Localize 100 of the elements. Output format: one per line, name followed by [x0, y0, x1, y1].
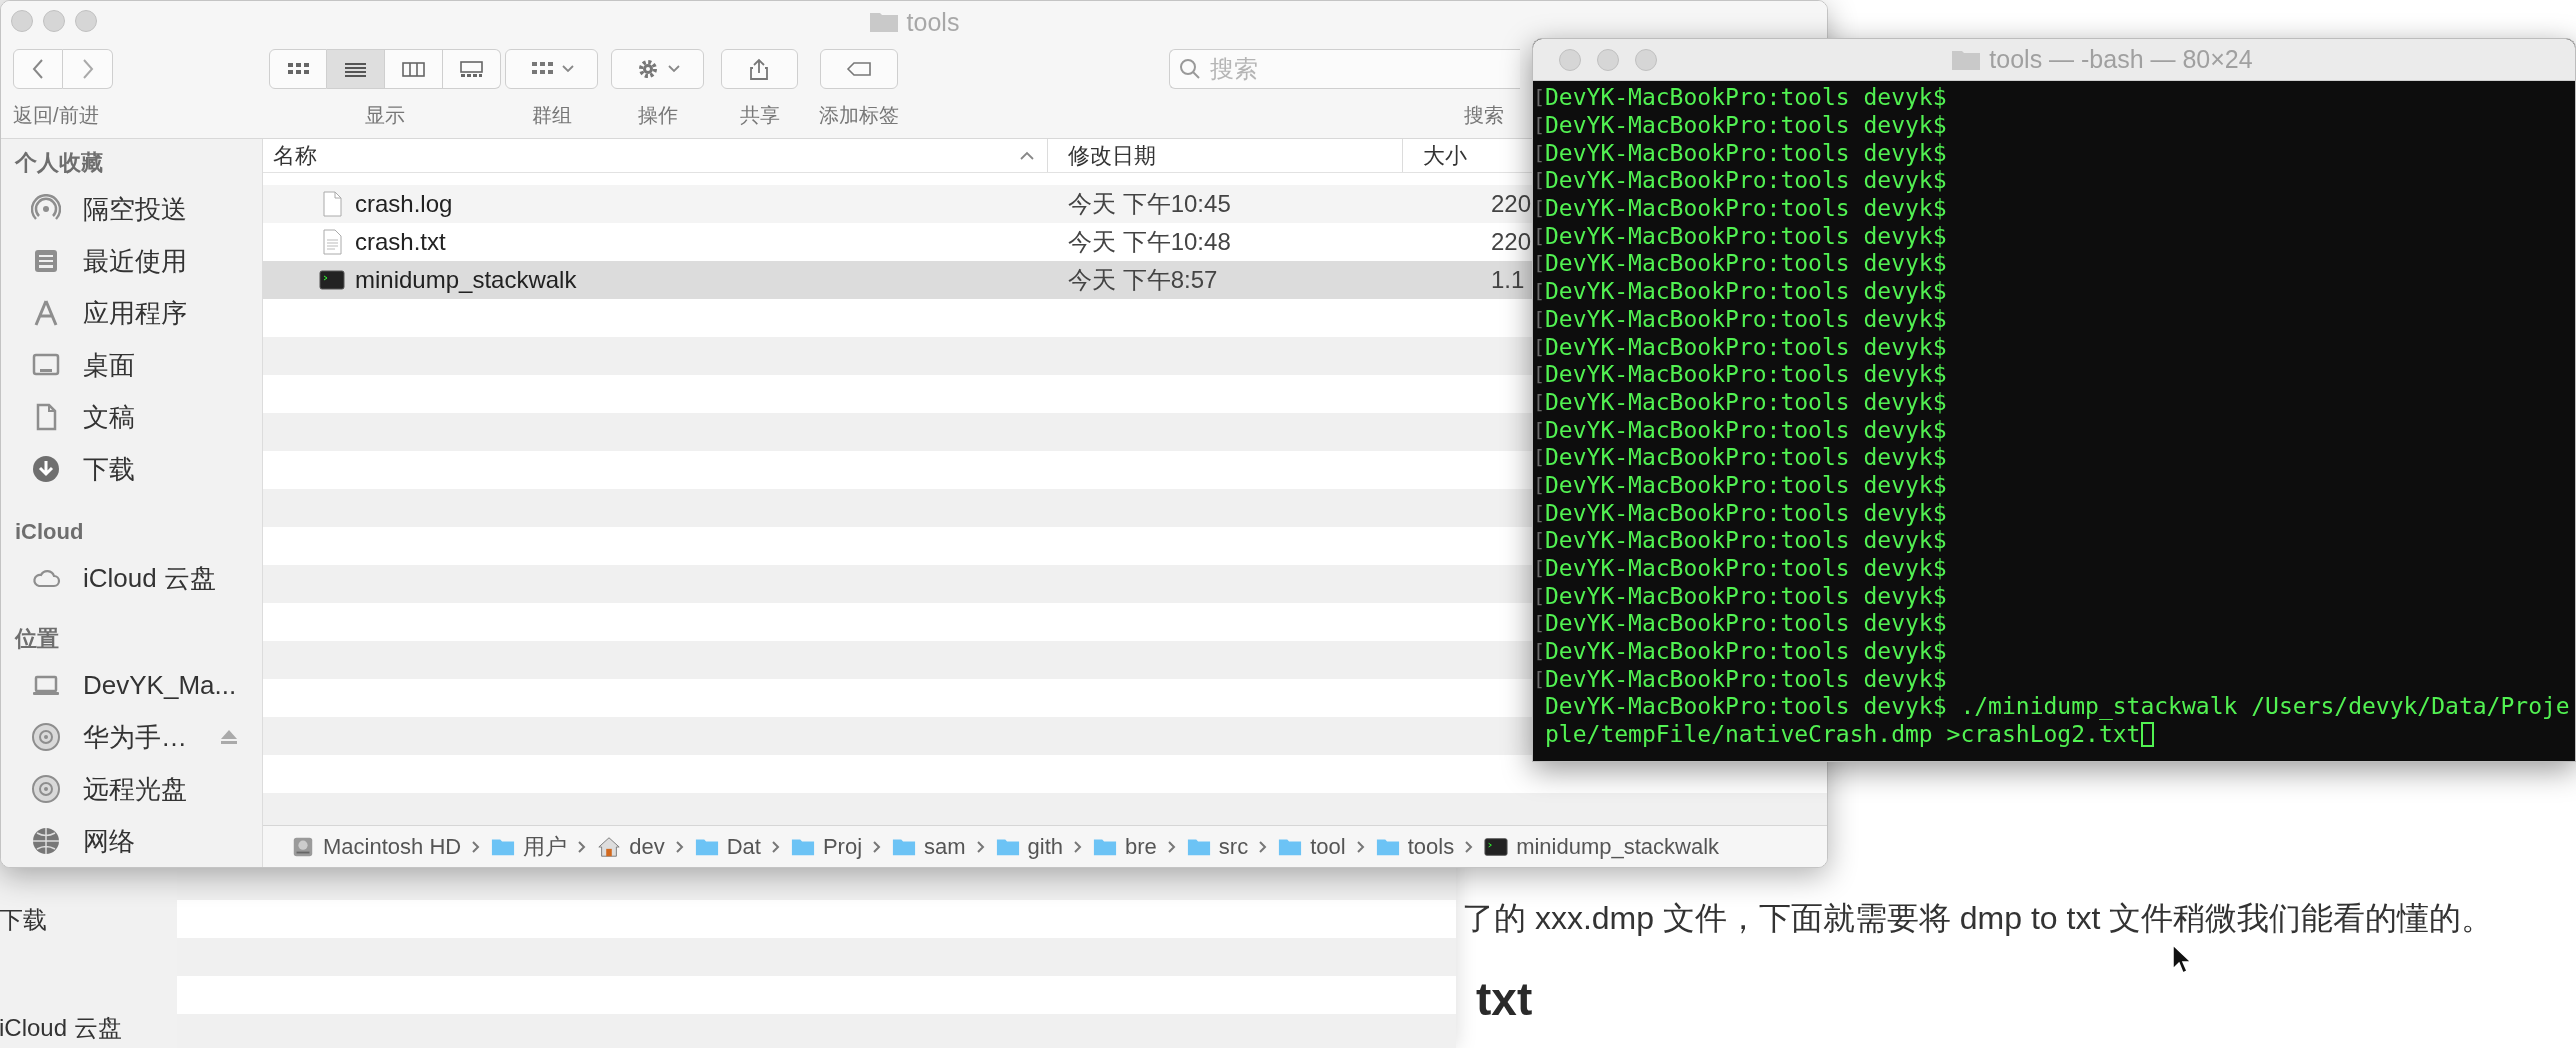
- toolbar-label: 搜索: [1464, 103, 1504, 127]
- sidebar-item-label: 文稿: [83, 400, 136, 434]
- line-bracket: [: [1533, 361, 1545, 389]
- terminal-line: DevYK-MacBookPro:tools devyk$: [1545, 305, 1947, 333]
- sidebar-item[interactable]: DevYK_Ma...: [1, 659, 262, 711]
- path-item[interactable]: Macintosh HD: [291, 830, 462, 863]
- sidebar-section-title: iCloud: [14, 518, 85, 546]
- toolbar-button[interactable]: [820, 49, 898, 89]
- line-bracket: [: [1533, 305, 1545, 333]
- line-bracket: [: [1533, 471, 1545, 499]
- file-name: crash.txt: [355, 227, 446, 257]
- line-bracket: [: [1533, 250, 1545, 278]
- sidebar-item[interactable]: 华为手…: [1, 711, 262, 763]
- file-row[interactable]: minidump_stackwalk 今天 下午8:57 1.1: [263, 261, 1532, 299]
- terminal-line: DevYK-MacBookPro:tools devyk$: [1545, 195, 1947, 223]
- sidebar-item-label: 隔空投送: [83, 192, 188, 226]
- toolbar-button[interactable]: [611, 49, 704, 89]
- chevron-left-icon: [31, 58, 45, 80]
- toolbar-label: 返回/前进: [13, 103, 99, 127]
- path-item[interactable]: 用户: [491, 830, 568, 863]
- chevron-icon: [471, 839, 482, 854]
- path-item[interactable]: Proj: [790, 830, 862, 863]
- line-bracket: [: [1533, 112, 1545, 140]
- path-item[interactable]: Dat: [694, 830, 761, 863]
- path-item[interactable]: src: [1186, 830, 1249, 863]
- line-bracket: [: [1533, 638, 1545, 666]
- sidebar-item[interactable]: iCloud 云盘: [1, 552, 262, 604]
- view-mode-button[interactable]: [327, 49, 385, 89]
- toolbar-button[interactable]: [505, 49, 598, 89]
- toolbar-button[interactable]: [721, 49, 798, 89]
- column-heading[interactable]: 大小: [1403, 139, 1532, 172]
- chevron-icon: [770, 839, 781, 854]
- terminal-line: DevYK-MacBookPro:tools devyk$: [1545, 167, 1947, 195]
- file-row[interactable]: crash.log 今天 下午10:45 220: [263, 185, 1532, 223]
- terminal-line: DevYK-MacBookPro:tools devyk$: [1545, 278, 1947, 306]
- window-control[interactable]: [11, 10, 33, 32]
- sidebar-item[interactable]: 应用程序: [1, 287, 262, 339]
- window-control[interactable]: [75, 10, 97, 32]
- terminal-line: DevYK-MacBookPro:tools devyk$: [1545, 665, 1947, 693]
- window-control[interactable]: [1597, 49, 1619, 71]
- sidebar-item[interactable]: 网络: [1, 815, 262, 867]
- sidebar-item[interactable]: 文稿: [1, 391, 262, 443]
- sidebar-item-label: 最近使用: [83, 244, 188, 278]
- path-item[interactable]: dev: [597, 830, 665, 863]
- path-item[interactable]: minidump_stackwalk: [1484, 830, 1720, 863]
- toolbar-label: 操作: [637, 103, 678, 127]
- sidebar-item[interactable]: 下载: [1, 443, 262, 495]
- terminal-line: DevYK-MacBookPro:tools devyk$: [1545, 499, 1947, 527]
- column-heading[interactable]: 名称: [263, 139, 1048, 172]
- sidebar-item[interactable]: 最近使用: [1, 235, 262, 287]
- window-control[interactable]: [1559, 49, 1581, 71]
- sidebar-section-title: 个人收藏: [13, 149, 104, 177]
- search-icon: [1179, 58, 1201, 80]
- house-icon: [597, 834, 622, 859]
- search-field[interactable]: 搜索: [1169, 49, 1520, 89]
- column-heading[interactable]: 修改日期: [1048, 139, 1403, 172]
- disc-icon: [31, 722, 61, 752]
- sidebar-item[interactable]: 远程光盘: [1, 763, 262, 815]
- view-mode-button[interactable]: [385, 49, 443, 89]
- eject-icon[interactable]: [220, 729, 238, 745]
- path-item[interactable]: tools: [1375, 830, 1455, 863]
- toolbar-label: 添加标签: [819, 103, 899, 127]
- terminal-line: DevYK-MacBookPro:tools devyk$: [1545, 333, 1947, 361]
- line-bracket: [: [1533, 527, 1545, 555]
- sidebar-item-label: 应用程序: [83, 296, 188, 330]
- path-item[interactable]: tool: [1278, 830, 1346, 863]
- terminal-line: DevYK-MacBookPro:tools devyk$ ./minidump_stackwalk /Users/devyk/Data/Proje: [1545, 693, 2570, 721]
- folder-icon: [868, 10, 899, 34]
- article-heading: txt: [1476, 972, 1534, 1026]
- view-mode-button[interactable]: [269, 49, 327, 89]
- line-bracket: [: [1533, 444, 1545, 472]
- window-control[interactable]: [1635, 49, 1657, 71]
- view-mode-button[interactable]: [443, 49, 501, 89]
- forward-button[interactable]: [63, 49, 113, 89]
- sidebar-item[interactable]: iCloud 云盘: [0, 1011, 177, 1045]
- chevron-icon: [872, 839, 882, 854]
- back-button[interactable]: [13, 49, 63, 89]
- sidebar-item-label: 远程光盘: [83, 772, 188, 806]
- sidebar-item-label: DevYK_Ma...: [83, 668, 238, 702]
- sidebar-item[interactable]: 隔空投送: [1, 183, 262, 235]
- globe-icon: [31, 826, 61, 856]
- terminal-line: DevYK-MacBookPro:tools devyk$: [1545, 361, 1947, 389]
- caret-icon: [667, 65, 680, 73]
- sidebar-section-title: 位置: [13, 625, 60, 653]
- window-title: tools: [906, 7, 960, 37]
- download-icon: [31, 454, 61, 484]
- file-size: 1.1: [1491, 266, 1525, 293]
- sidebar-item[interactable]: 下载: [0, 903, 177, 937]
- terminal-line: DevYK-MacBookPro:tools devyk$: [1545, 444, 1947, 472]
- path-item[interactable]: sam: [892, 830, 966, 863]
- path-item[interactable]: bre: [1093, 830, 1157, 863]
- caret-icon: [561, 65, 574, 73]
- terminal-line: DevYK-MacBookPro:tools devyk$: [1545, 416, 1947, 444]
- toolbar-label: 群组: [531, 103, 572, 127]
- terminal-line: DevYK-MacBookPro:tools devyk$: [1545, 84, 1947, 112]
- line-bracket: [: [1533, 139, 1545, 167]
- path-item[interactable]: gith: [995, 830, 1064, 863]
- sidebar-item[interactable]: 桌面: [1, 339, 262, 391]
- window-control[interactable]: [43, 10, 65, 32]
- terminal-line: ple/tempFile/nativeCrash.dmp >crashLog2.txt: [1545, 721, 2141, 749]
